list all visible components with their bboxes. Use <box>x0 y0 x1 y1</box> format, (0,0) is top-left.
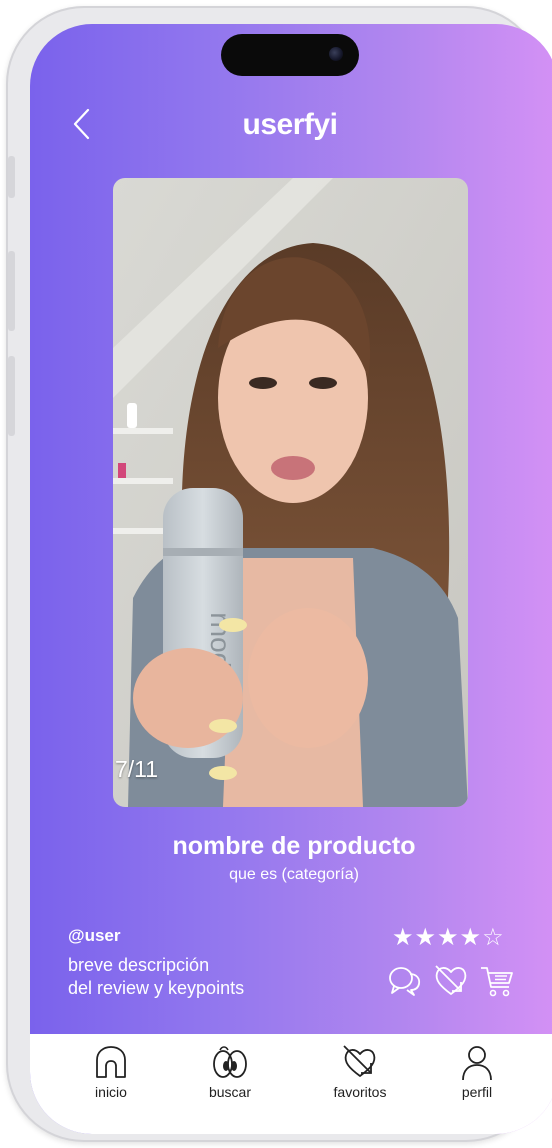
app-screen: userfyi rhode 7/11 nombre de producto qu… <box>30 24 552 1134</box>
add-to-cart-button[interactable] <box>478 962 516 1000</box>
tab-buscar[interactable]: buscar <box>185 1042 275 1100</box>
review-description-line: breve descripción <box>68 955 210 975</box>
review-actions <box>386 962 516 1000</box>
comment-button[interactable] <box>386 962 424 1000</box>
favorite-button[interactable] <box>432 962 470 1000</box>
camera-icon <box>329 47 343 61</box>
side-button <box>8 156 15 198</box>
cart-icon <box>481 967 513 997</box>
eyes-icon <box>213 1046 247 1078</box>
heart-arrow-icon <box>435 965 467 995</box>
review-description-line: del review y keypoints <box>68 978 245 998</box>
volume-up-button <box>8 251 15 331</box>
dynamic-island <box>221 34 359 76</box>
tab-label: inicio <box>95 1084 127 1100</box>
user-icon <box>462 1046 492 1081</box>
star-filled-icon: ★ <box>392 923 414 951</box>
star-filled-icon: ★ <box>414 923 437 951</box>
tab-inicio[interactable]: inicio <box>66 1042 156 1100</box>
app-logo: userfyi <box>242 108 338 141</box>
bottom-tab-bar: inicio buscar favoritos perfil <box>30 1034 552 1134</box>
back-button[interactable] <box>68 104 98 144</box>
rating-stars: ★ ★ ★ ★ ☆ <box>392 924 504 950</box>
review-description: breve descripción del review y keypoints <box>68 954 358 1000</box>
chevron-left-icon <box>73 108 90 140</box>
star-filled-icon: ★ <box>437 923 459 951</box>
product-category: que es (categoría) <box>229 866 359 883</box>
review-author[interactable]: @user <box>68 926 121 946</box>
product-name: nombre de producto <box>172 832 416 860</box>
media-counter: 7/11 <box>115 756 159 782</box>
tab-perfil[interactable]: perfil <box>432 1042 522 1100</box>
tab-favoritos[interactable]: favoritos <box>315 1042 405 1100</box>
home-icon <box>96 1046 126 1078</box>
tab-label: perfil <box>461 1084 493 1100</box>
heart-arrow-icon <box>343 1045 376 1077</box>
comment-icon <box>389 967 421 996</box>
star-empty-icon: ☆ <box>482 923 504 951</box>
tab-label: buscar <box>208 1084 252 1100</box>
star-filled-icon: ★ <box>459 923 482 951</box>
tab-label: favoritos <box>333 1084 387 1100</box>
review-video[interactable]: rhode 7/11 <box>113 178 468 807</box>
phone-frame: userfyi rhode 7/11 nombre de producto qu… <box>6 6 552 1142</box>
volume-down-button <box>8 356 15 436</box>
